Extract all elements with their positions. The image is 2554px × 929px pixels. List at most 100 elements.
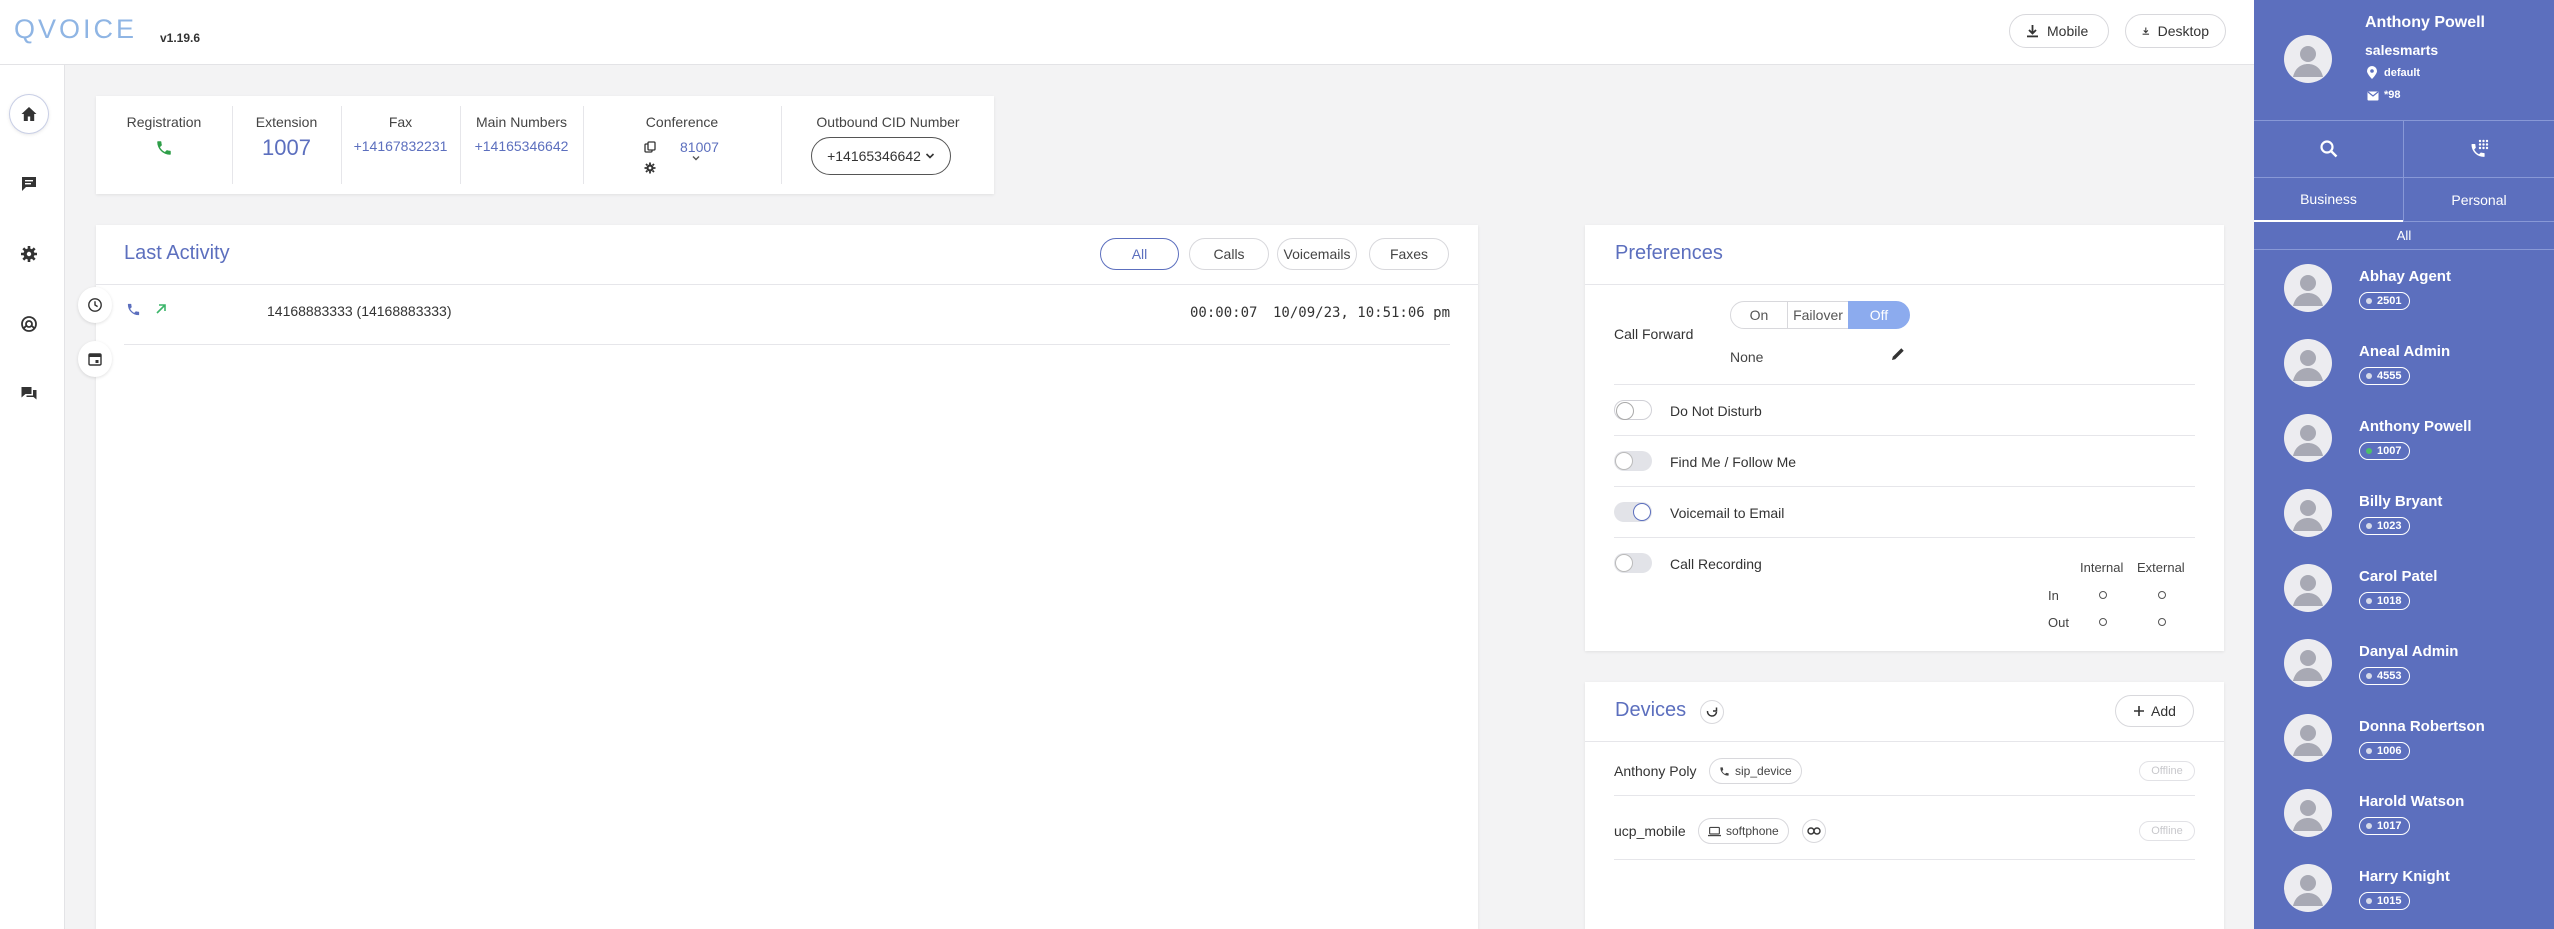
contact-name: Carol Patel (2359, 568, 2438, 585)
calendar-tab-button[interactable] (78, 341, 112, 377)
left-rail (0, 65, 65, 929)
contact-extension-badge: 4553 (2359, 667, 2411, 685)
search-icon (2319, 140, 2337, 158)
find-me-follow-me-label: Find Me / Follow Me (1670, 454, 1797, 470)
headset-icon (21, 316, 37, 332)
main-numbers-stat: Main Numbers +14165346642 (461, 96, 582, 194)
rail-messages-button[interactable] (10, 375, 48, 413)
contact-avatar (2284, 864, 2332, 912)
contact-item[interactable]: Anthony Powell 1007 (2254, 414, 2554, 474)
contact-extension-badge: 2501 (2359, 292, 2411, 310)
contact-item[interactable]: Aneal Admin 4555 (2254, 339, 2554, 399)
main-numbers-label: Main Numbers (475, 114, 568, 130)
phone-icon (1720, 766, 1729, 776)
call-forward-failover-option[interactable]: Failover (1787, 301, 1849, 329)
tab-personal[interactable]: Personal (2404, 178, 2554, 222)
history-tab-button[interactable] (78, 287, 112, 323)
recording-in-label: In (2048, 588, 2059, 603)
contact-item[interactable]: Harold Watson 1017 (2254, 789, 2554, 849)
divider (124, 344, 1450, 345)
contact-extension-badge: 1023 (2359, 517, 2411, 535)
divider (1614, 537, 2195, 538)
divider (1614, 384, 2195, 385)
contact-avatar (2284, 789, 2332, 837)
conference-settings-button[interactable] (644, 162, 656, 174)
mail-icon (2367, 91, 2379, 101)
filter-voicemails-pill[interactable]: Voicemails (1277, 238, 1357, 270)
activity-row[interactable]: 14168883333 (14168883333) 00:00:07 10/09… (124, 297, 1450, 345)
call-forward-target: None (1730, 349, 1764, 365)
recording-internal-header: Internal (2080, 560, 2124, 575)
dialpad-button[interactable] (2404, 121, 2554, 177)
voicemail-to-email-toggle[interactable] (1614, 502, 1652, 522)
conference-label: Conference (645, 114, 719, 130)
edit-call-forward-button[interactable] (1890, 346, 1906, 362)
app-logo[interactable]: QVOICE (14, 14, 137, 45)
device-type-label: softphone (1726, 824, 1779, 838)
contact-item[interactable]: Danyal Admin 4553 (2254, 639, 2554, 699)
contact-avatar (2284, 414, 2332, 462)
filter-faxes-pill[interactable]: Faxes (1369, 238, 1449, 270)
contact-avatar (2284, 639, 2332, 687)
rail-chat-button[interactable] (10, 165, 48, 203)
filter-calls-pill[interactable]: Calls (1189, 238, 1269, 270)
do-not-disturb-toggle[interactable] (1614, 400, 1652, 420)
download-mobile-button[interactable]: Mobile (2009, 14, 2109, 48)
contact-name: Aneal Admin (2359, 343, 2451, 360)
divider (96, 284, 1478, 285)
filter-all-pill[interactable]: All (1100, 238, 1179, 270)
directory-filter-all[interactable]: All (2254, 222, 2554, 250)
contact-item[interactable]: Donna Robertson 1006 (2254, 714, 2554, 774)
copy-icon (644, 141, 656, 153)
conference-expand-button[interactable] (691, 154, 701, 162)
rail-home-button[interactable] (10, 95, 48, 133)
presence-dot (2366, 748, 2372, 754)
recording-in-internal-radio[interactable] (2099, 591, 2107, 599)
avatar-silhouette-icon (2293, 500, 2323, 531)
fax-value[interactable]: +14167832231 (342, 138, 459, 154)
presence-dot (2366, 898, 2372, 904)
copy-conference-button[interactable] (644, 141, 656, 153)
download-icon (2027, 25, 2038, 38)
tab-business[interactable]: Business (2254, 178, 2403, 222)
call-forward-off-option[interactable]: Off (1848, 301, 1910, 329)
call-recording-toggle[interactable] (1614, 553, 1652, 573)
add-device-button[interactable]: Add (2115, 695, 2194, 727)
device-name: Anthony Poly (1614, 763, 1697, 779)
find-me-follow-me-toggle[interactable] (1614, 451, 1652, 471)
refresh-devices-button[interactable] (1700, 700, 1724, 724)
user-name: Anthony Powell (2365, 14, 2485, 31)
messages-icon (21, 387, 37, 400)
activity-datetime: 10/09/23, 10:51:06 pm (1273, 305, 1451, 321)
contact-extension: 4555 (2377, 370, 2402, 382)
contact-item[interactable]: Billy Bryant 1023 (2254, 489, 2554, 549)
divider (1585, 741, 2224, 742)
user-org: salesmarts (2365, 42, 2439, 58)
contact-item[interactable]: Harry Knight 1015 (2254, 864, 2554, 924)
device-type-label: sip_device (1735, 764, 1792, 778)
main-numbers-value[interactable]: +14165346642 (461, 138, 582, 154)
rail-support-button[interactable] (10, 305, 48, 343)
conference-value[interactable]: 81007 (680, 139, 719, 155)
toggle-knob (1615, 554, 1633, 572)
avatar-silhouette-icon (2293, 350, 2323, 381)
contact-item[interactable]: Carol Patel 1018 (2254, 564, 2554, 624)
rail-settings-button[interactable] (10, 235, 48, 273)
recording-out-external-radio[interactable] (2158, 618, 2166, 626)
contact-item[interactable]: Abhay Agent 2501 (2254, 264, 2554, 324)
call-forward-on-option[interactable]: On (1730, 301, 1788, 329)
download-desktop-button[interactable]: Desktop (2125, 14, 2226, 48)
preferences-title: Preferences (1615, 242, 1723, 264)
recording-out-internal-radio[interactable] (2099, 618, 2107, 626)
download-desktop-label: Desktop (2157, 23, 2209, 39)
presence-dot (2366, 373, 2372, 379)
outbound-cid-select[interactable]: +14165346642 (811, 137, 951, 175)
fax-label: Fax (388, 114, 413, 130)
laptop-icon (1708, 826, 1721, 836)
directory-search-button[interactable] (2254, 121, 2403, 177)
device-link-button[interactable] (1802, 819, 1826, 843)
presence-dot (2366, 598, 2372, 604)
avatar-silhouette-icon (2293, 800, 2323, 831)
recording-in-external-radio[interactable] (2158, 591, 2166, 599)
extension-label: Extension (255, 114, 318, 130)
